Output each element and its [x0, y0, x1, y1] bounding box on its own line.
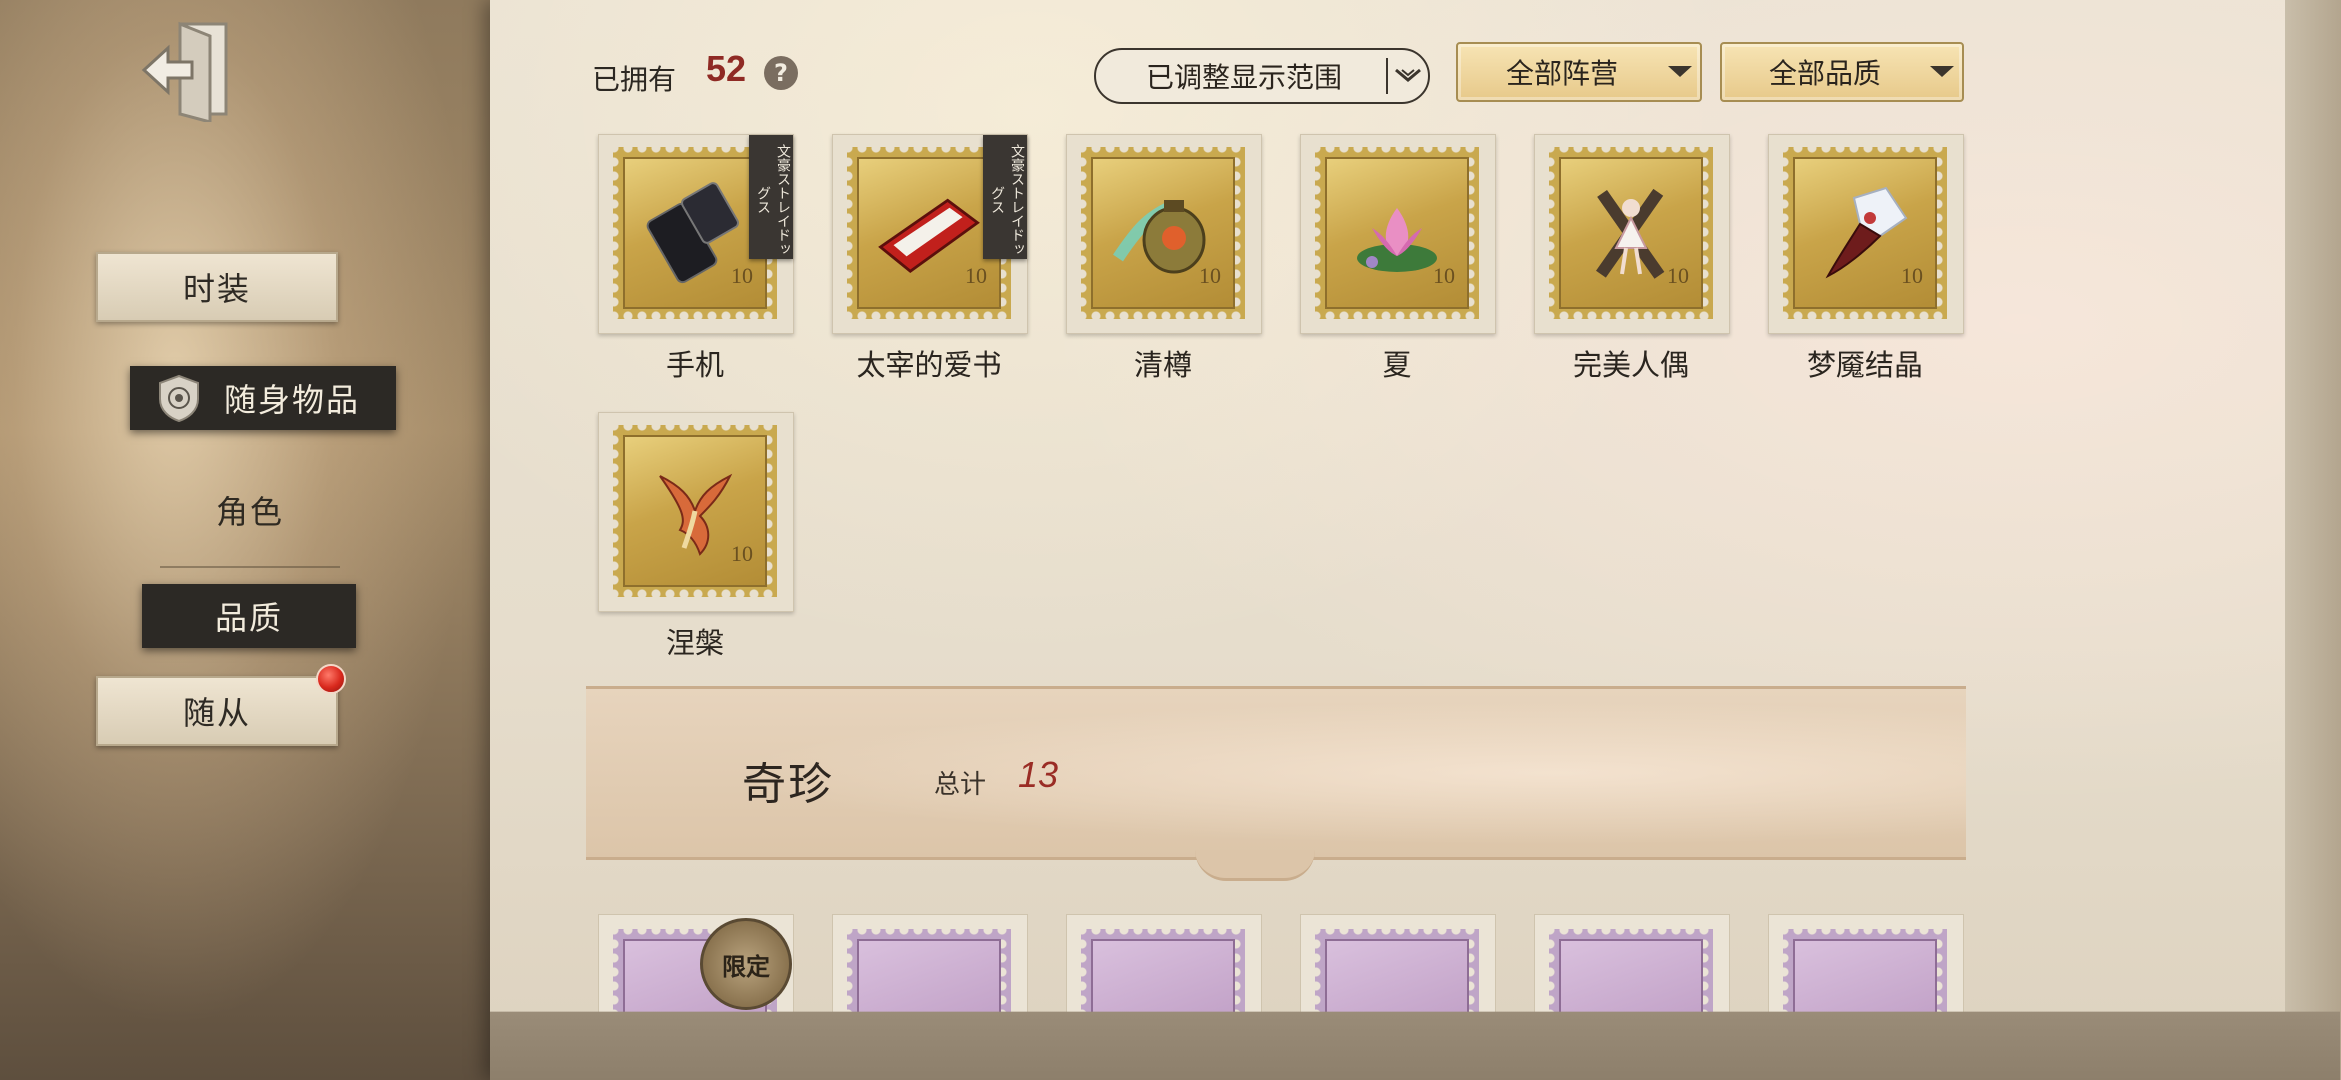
sidebar: 时装 随身物品 角色 品质 随从	[0, 0, 500, 1080]
stamp-frame: 10	[1549, 147, 1713, 319]
section-total-label: 总计	[934, 770, 987, 800]
item-perfect-doll[interactable]: 10 完美人偶	[1534, 134, 1730, 384]
stamp-card[interactable]: 10 文豪ストレイドッグス	[832, 134, 1028, 334]
sidebar-item-character[interactable]: 角色	[140, 480, 360, 540]
item-name: 涅槃	[665, 626, 724, 660]
sidebar-item-label: 品质	[214, 599, 283, 637]
chevron-down-icon	[1660, 44, 1700, 100]
item-name: 完美人偶	[1572, 348, 1689, 382]
item-name: 太宰的爱书	[856, 348, 1002, 382]
quality-dropdown[interactable]: 全部品质	[1720, 42, 1964, 102]
divider	[160, 566, 340, 568]
section-notch	[1195, 850, 1315, 881]
stamp-card[interactable]: 10	[1300, 134, 1496, 334]
item-summer[interactable]: 10 夏	[1300, 134, 1496, 384]
item-name: 夏	[1382, 348, 1412, 382]
stamp-frame: 10	[1081, 147, 1245, 319]
panel-bottom-edge	[490, 994, 2340, 1080]
sidebar-item-quality[interactable]: 品质	[142, 584, 356, 648]
stamp-frame: 10	[1315, 147, 1479, 319]
stamp-denomination: 10	[1667, 263, 1689, 288]
dropdown-label: 全部阵营	[1505, 57, 1618, 90]
panel-edge	[2285, 0, 2341, 1080]
sidebar-item-accessories[interactable]: 随身物品	[130, 366, 396, 430]
sidebar-item-label: 时装	[182, 270, 251, 308]
dropdown-label: 全部品质	[1768, 57, 1881, 90]
sidebar-item-label: 随身物品	[224, 381, 361, 419]
section-total: 13	[1018, 754, 1059, 795]
owned-label: 已拥有	[592, 63, 677, 96]
collab-ribbon: 文豪ストレイドッグス	[983, 135, 1027, 259]
stamp-frame: 10	[613, 425, 777, 597]
stamp-card[interactable]: 10	[598, 412, 794, 612]
display-range-dropdown[interactable]: 已调整显示范围	[1094, 48, 1430, 104]
badge-icon	[154, 373, 204, 423]
item-qingzun[interactable]: 10 清樽	[1066, 134, 1262, 384]
item-nightmare-crystal[interactable]: 10 梦魇结晶	[1768, 134, 1964, 384]
stamp-card[interactable]: 10	[1768, 134, 1964, 334]
owned-count: 52	[706, 48, 747, 89]
sidebar-item-label: 随从	[182, 694, 251, 732]
stamp-denomination: 10	[1433, 263, 1455, 288]
sidebar-item-follower[interactable]: 随从	[96, 676, 338, 746]
item-dazai-book[interactable]: 10 文豪ストレイドッグス 太宰的爱书	[832, 134, 1028, 384]
stamp-denomination: 10	[731, 263, 753, 288]
item-name: 手机	[665, 348, 724, 382]
help-icon[interactable]: ?	[764, 56, 798, 90]
dropdown-label: 已调整显示范围	[1145, 61, 1342, 94]
exit-icon[interactable]	[140, 18, 240, 124]
stamp-denomination: 10	[965, 263, 987, 288]
collab-ribbon: 文豪ストレイドッグス	[749, 135, 793, 259]
section-title: 奇珍	[742, 759, 834, 810]
item-name: 梦魇结晶	[1806, 348, 1923, 382]
item-name: 清樽	[1133, 348, 1192, 382]
chevron-down-icon	[1386, 58, 1428, 94]
item-phone[interactable]: 10 文豪ストレイドッグス 手机	[598, 134, 794, 384]
stamp-denomination: 10	[1901, 263, 1923, 288]
stamp-card[interactable]: 10 文豪ストレイドッグス	[598, 134, 794, 334]
stamp-card[interactable]: 10	[1534, 134, 1730, 334]
chevron-down-icon	[1922, 44, 1962, 100]
stamp-denomination: 10	[731, 541, 753, 566]
notification-dot	[316, 664, 346, 694]
stamp-card[interactable]: 10	[1066, 134, 1262, 334]
item-nirvana[interactable]: 10 涅槃	[598, 412, 794, 662]
faction-dropdown[interactable]: 全部阵营	[1456, 42, 1702, 102]
stamp-denomination: 10	[1199, 263, 1221, 288]
sidebar-item-costume[interactable]: 时装	[96, 252, 338, 322]
sidebar-item-label: 角色	[215, 493, 284, 531]
stamp-frame: 10	[1783, 147, 1947, 319]
